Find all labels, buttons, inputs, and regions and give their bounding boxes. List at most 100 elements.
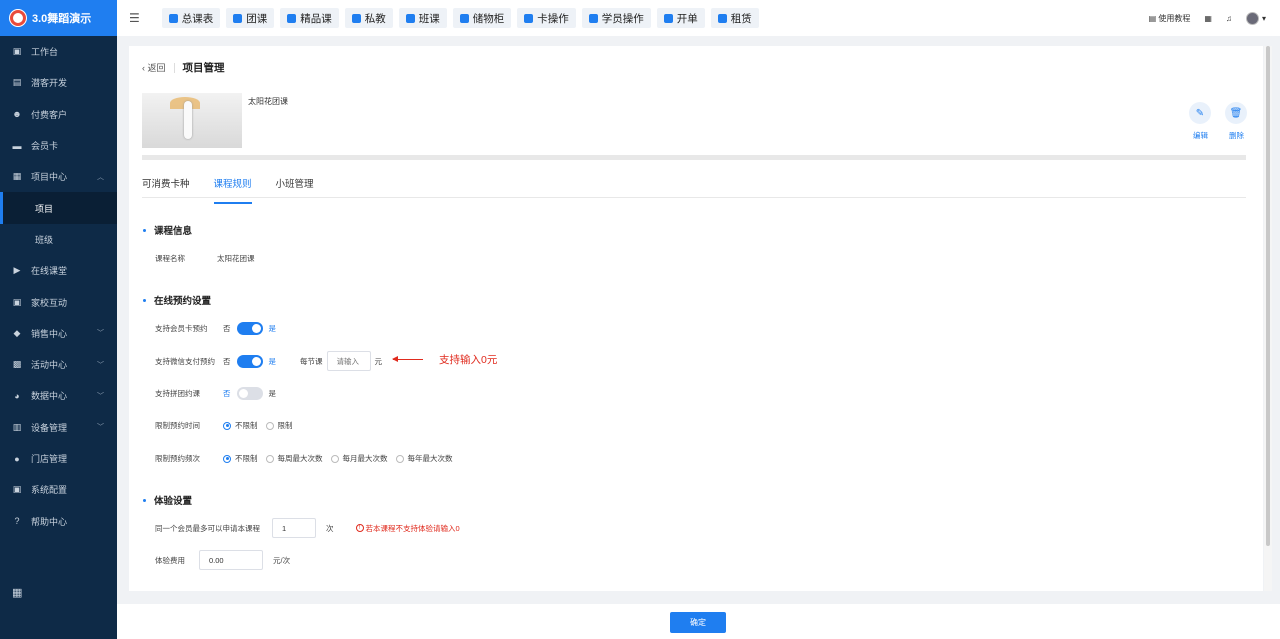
topnav-class[interactable]: 班课 (398, 8, 447, 28)
chevron-down-icon: ﹀ (97, 424, 104, 432)
no-label: 否 (223, 324, 231, 333)
radio-icon (223, 421, 231, 430)
app-logo[interactable]: 3.0舞蹈演示 (0, 0, 117, 36)
top-right: ▤ 使用教程 ▦ ♫ ▾ (1149, 0, 1266, 36)
tab-course-rules[interactable]: 课程规则 (213, 176, 252, 204)
delete-label[interactable]: 删除 (1229, 130, 1244, 141)
radio-freq-monthly[interactable]: 每月最大次数 (330, 453, 388, 464)
wechat-pay-toggle[interactable] (236, 354, 263, 368)
sidebar-item-label: 帮助中心 (31, 516, 68, 527)
confirm-button[interactable]: 确定 (670, 612, 726, 633)
brand-logo-icon (9, 9, 27, 27)
dashboard-icon: ▣ (12, 46, 22, 57)
topnav-label: 学员操作 (601, 12, 644, 25)
field-label: 限制预约频次 (155, 454, 200, 463)
trial-max-row: 同一个会员最多可以申请本课程 1 次 ! 若本课程不支持体验请输入0 (155, 518, 460, 538)
topnav-label: 班课 (418, 12, 440, 25)
sidebar-item-class[interactable]: 班级 (0, 224, 117, 255)
topnav-student-ops[interactable]: 学员操作 (581, 8, 651, 28)
scrollbar[interactable] (1264, 46, 1272, 591)
sidebar-item-online-class[interactable]: ▶ 在线课堂 (0, 255, 117, 286)
delete-button[interactable]: 🗑 (1225, 102, 1247, 124)
tutorial-link[interactable]: ▤ 使用教程 (1149, 13, 1191, 24)
topnav-label: 储物柜 (472, 12, 505, 25)
back-button[interactable]: ‹ 返回 (142, 61, 166, 74)
radio-freq-yearly[interactable]: 每年最大次数 (395, 453, 453, 464)
sidebar-item-paid-customers[interactable]: ☻ 付费客户 (0, 99, 117, 130)
menu-toggle-icon[interactable]: ☰ (129, 11, 140, 25)
edit-icon: ✎ (1195, 107, 1205, 119)
field-label: 限制预约时间 (155, 421, 200, 430)
radio-freq-unlimited[interactable]: 不限制 (223, 453, 258, 464)
trial-fee-input[interactable]: 0.00 (199, 550, 263, 570)
radio-limited[interactable]: 限制 (265, 420, 293, 431)
sidebar-item-data[interactable]: ◕ 数据中心 ﹀ (0, 380, 117, 411)
avatar (1245, 11, 1259, 25)
sidebar-item-store[interactable]: ● 门店管理 (0, 443, 117, 474)
unit-label: 元 (374, 356, 383, 366)
radio-freq-weekly[interactable]: 每周最大次数 (265, 453, 323, 464)
sidebar-item-project-center[interactable]: ▦ 项目中心 ︿ (0, 161, 117, 192)
user-menu[interactable]: ▾ (1245, 11, 1266, 25)
star-icon (287, 13, 297, 23)
trial-max-input[interactable]: 1 (272, 518, 316, 538)
price-input[interactable] (326, 351, 371, 371)
video-icon: ▶ (13, 265, 21, 276)
radio-unlimited[interactable]: 不限制 (223, 420, 258, 431)
apps-grid-icon[interactable]: ▦ (12, 586, 22, 599)
sidebar-item-label: 在线课堂 (31, 266, 68, 277)
sidebar-item-project[interactable]: 项目 (0, 192, 117, 225)
section-title-course-info: 课程信息 (143, 223, 192, 237)
edit-label[interactable]: 编辑 (1193, 130, 1208, 141)
main-card: ‹ 返回 项目管理 太阳花团课 ✎ 编辑 🗑 删除 可消费卡种 课程规则 小班管… (129, 46, 1263, 591)
sidebar-item-home-school[interactable]: ▣ 家校互动 (0, 286, 117, 317)
sidebar-item-member-card[interactable]: ▬ 会员卡 (0, 130, 117, 161)
topnav-group-class[interactable]: 团课 (226, 8, 275, 28)
device-icon: ▥ (12, 421, 22, 432)
topnav-label: 精品课 (300, 12, 332, 25)
group-booking-toggle[interactable] (236, 387, 263, 400)
topnav-schedule[interactable]: 总课表 (161, 8, 221, 28)
id-card-icon: ▤ (12, 77, 22, 88)
chevron-down-icon: ﹀ (97, 361, 104, 369)
tab-small-class[interactable]: 小班管理 (276, 176, 314, 204)
wechat-pay-booking-row: 支持微信支付预约 否 是 每节课 元 (155, 351, 382, 371)
course-name: 太阳花团课 (248, 97, 288, 106)
radio-icon (330, 454, 339, 463)
apps-icon[interactable]: ▦ (1204, 14, 1212, 23)
topnav-locker[interactable]: 储物柜 (452, 8, 512, 28)
tab-consumable-cards[interactable]: 可消费卡种 (142, 176, 190, 204)
topnav-order[interactable]: 开单 (656, 8, 705, 28)
sidebar-item-sales[interactable]: ◆ 销售中心 ﹀ (0, 318, 117, 349)
no-label: 否 (223, 389, 231, 398)
section-title-booking: 在线预约设置 (143, 293, 211, 307)
topnav-card-ops[interactable]: 卡操作 (517, 8, 576, 28)
warning-text: 若本课程不支持体验请输入0 (365, 523, 460, 533)
sidebar-item-activity[interactable]: ▩ 活动中心 ﹀ (0, 349, 117, 380)
footer-bar: 确定 (117, 604, 1280, 639)
annotation: 支持输入0元 (392, 352, 497, 367)
bell-icon[interactable]: ♫ (1226, 14, 1232, 23)
sidebar-item-system[interactable]: ▣ 系统配置 (0, 474, 117, 505)
sidebar-item-label: 销售中心 (31, 328, 68, 339)
edit-button[interactable]: ✎ (1189, 102, 1211, 124)
arrow-left-icon (392, 356, 423, 362)
trial-fee-row: 体验费用 0.00 元/次 (155, 550, 290, 570)
sidebar-item-dashboard[interactable]: ▣ 工作台 (0, 36, 117, 67)
sidebar-item-label: 家校互动 (31, 297, 68, 308)
scrollbar-thumb[interactable] (1266, 46, 1270, 546)
radio-label: 不限制 (235, 421, 258, 430)
topnav-private[interactable]: 私教 (344, 8, 393, 28)
member-card-toggle[interactable] (236, 322, 263, 335)
topnav-rental[interactable]: 租赁 (710, 8, 759, 28)
topnav-label: 总课表 (181, 12, 214, 25)
sidebar-item-help[interactable]: ? 帮助中心 (0, 505, 117, 536)
alert-icon: ! (355, 524, 364, 532)
topnav-premium-class[interactable]: 精品课 (280, 8, 339, 28)
chevron-down-icon: ﹀ (97, 392, 104, 400)
sidebar-item-leads[interactable]: ▤ 潜客开发 (0, 67, 117, 98)
field-label: 同一个会员最多可以申请本课程 (155, 523, 260, 533)
sidebar-item-label: 潜客开发 (31, 78, 68, 89)
pie-chart-icon: ◕ (14, 390, 20, 401)
sidebar-item-device[interactable]: ▥ 设备管理 ﹀ (0, 412, 117, 443)
